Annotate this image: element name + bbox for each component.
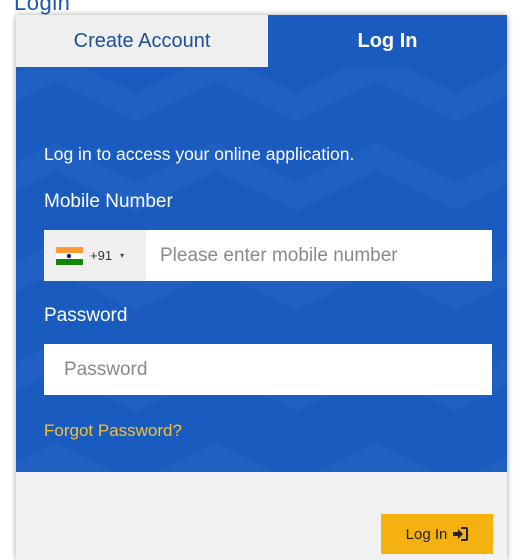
password-label: Password [44,305,128,326]
login-intro-text: Log in to access your online application… [44,144,355,164]
page-heading-text: Login [14,0,71,15]
mobile-number-group: +91 ▾ [44,230,492,281]
country-code-select[interactable]: +91 ▾ [44,230,146,281]
forgot-password-link[interactable]: Forgot Password? [44,421,182,441]
mobile-number-input[interactable] [146,230,492,281]
india-flag-icon [56,246,83,265]
auth-card: Create Account Log In Log in to access y… [16,15,507,560]
mobile-number-label: Mobile Number [44,191,173,212]
log-in-button-label: Log In [405,525,448,543]
tab-log-in-label: Log In [357,29,418,52]
auth-tabs: Create Account Log In [16,15,507,67]
chevron-down-icon: ▾ [120,251,125,260]
page-heading-partial: Login [0,0,523,16]
login-footer: Log In [16,472,507,560]
sign-in-icon [452,527,469,541]
tab-create-account[interactable]: Create Account [16,15,268,67]
tab-create-account-label: Create Account [73,29,211,52]
login-panel: Log in to access your online application… [16,67,507,472]
password-input[interactable] [44,344,492,395]
tab-log-in[interactable]: Log In [268,15,507,67]
log-in-button[interactable]: Log In [381,514,493,554]
country-dial-code: +91 [90,248,113,263]
